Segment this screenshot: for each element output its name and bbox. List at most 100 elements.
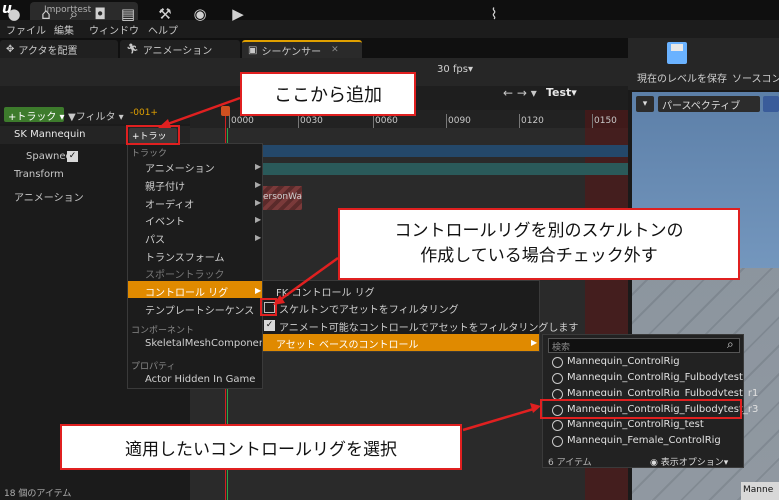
sequence-name[interactable]: Test▾ [546,86,577,99]
ruler-tick-label: 0060 [375,116,398,126]
menu-header-track: トラック [131,149,168,159]
menu-help[interactable]: ヘルプ [148,22,178,37]
filter-animatable-label: アニメート可能なコントロールでアセットをフィルタリングします [279,323,579,334]
menu-item-control-rig[interactable]: コントロール リグ [145,284,228,299]
callout-select-text: 適用したいコントロールリグを選択 [125,439,397,460]
filter-button[interactable]: ▼フィルタ ▾ [68,108,124,123]
actor-label: SK Mannequin [14,129,86,140]
menu-item-asset-based[interactable]: アセット ベースのコントロール [276,336,418,351]
place-actors-icon: ✥ [6,43,15,55]
asset-search-input[interactable]: 検索 [548,338,740,353]
ruler-tick [592,114,593,128]
key-icon[interactable]: ⚒ [155,4,175,24]
ruler-tick-label: 0090 [448,116,471,126]
menu-item-template-sequence[interactable]: テンプレートシーケンス [145,302,254,317]
clapper-icon[interactable]: ▤ [118,4,138,24]
asset-item[interactable]: Mannequin_Female_ControlRig [567,435,721,446]
frame-field[interactable]: -001+ [130,108,158,118]
spawned-label: Spawnec [26,151,71,162]
tab-animation[interactable]: 🏃︎ アニメーション [120,40,240,58]
perspective-label: パースペクティブ [662,101,741,112]
menu-item-parent[interactable]: 親子付け [145,178,185,193]
source-control-button[interactable]: ソースコントロ [732,70,779,85]
tab-label: アクタを配置 [18,45,78,57]
submenu-arrow-icon: ▶ [255,198,262,207]
menu-edit[interactable]: 編集 [54,22,74,37]
viewport-options-icon[interactable]: ▾ [636,96,654,112]
radio-icon[interactable] [552,420,563,431]
menu-item-fk-control-rig[interactable]: FK コントロール リグ [276,284,375,299]
spawned-checkbox[interactable]: ✓ [67,151,78,162]
tab-label: アニメーション [142,45,213,57]
menu-item-spawn-track: スポーントラック [145,270,225,281]
lit-mode-icon[interactable] [763,96,779,112]
ruler-tick-label: 0030 [300,116,323,126]
tab-label: シーケンサー [261,46,322,58]
ruler-tick-label: 0150 [594,116,617,126]
filter-animatable-checkbox[interactable]: ✓ [264,320,275,331]
callout-add-here: ここから追加 [240,72,416,116]
view-options-button[interactable]: ◉ 表示オプション▾ [650,455,728,468]
asset-item[interactable]: Mannequin_ControlRig_Fulbodytest_r1 [567,388,758,396]
tab-sequencer[interactable]: ▣ シーケンサー ✕ [242,40,362,58]
submenu-arrow-icon: ▶ [255,233,262,242]
asset-item[interactable]: Mannequin_ControlRig [567,356,680,367]
ruler-tick [446,114,447,128]
menu-item-event[interactable]: イベント [145,213,185,228]
menu-file[interactable]: ファイル [6,22,46,37]
menu-item-audio[interactable]: オーディオ [145,196,194,211]
filter-skeleton-label: スケルトンでアセットをフィルタリング [279,305,459,316]
menu-item-component[interactable]: SkeletalMeshComponent0 [145,338,275,349]
animation-clip[interactable]: ersonWa [262,186,302,210]
submenu-arrow-icon: ▶ [255,162,262,171]
callout-uncheck-text: コントロールリグを別のスケルトンの 作成している場合チェック外す [394,221,684,266]
search-icon[interactable]: ⌕ [727,337,734,352]
timeline-nav-buttons[interactable]: ← → ▾ [503,86,537,100]
asset-item[interactable]: Mannequin_ControlRig_Fulbodytest [567,372,743,383]
submenu-arrow-icon: ▶ [255,180,262,189]
eye-icon[interactable]: ◉ [190,4,210,24]
menu-item-path[interactable]: パス [145,231,165,246]
highlight-selected-asset [540,399,742,419]
curve-editor-icon[interactable]: ⌇ [484,4,504,24]
menu-window[interactable]: ウィンドウ [89,22,139,37]
menu-item-transform[interactable]: トランスフォーム [145,249,225,264]
menu-bar: ファイル 編集 ウィンドウ ヘルプ [0,20,779,38]
callout-add-here-text: ここから追加 [274,85,382,106]
callout-select: 適用したいコントロールリグを選択 [60,424,462,470]
camera-icon[interactable]: ◘ [90,4,110,24]
submenu-arrow-icon: ▶ [255,215,262,224]
world-icon[interactable]: ● [4,4,24,24]
perspective-button[interactable]: パースペクティブ [658,96,760,112]
animation-track[interactable]: アニメーション [14,189,84,204]
save-icon[interactable] [667,42,687,64]
menu-header-component: コンポーネント [131,326,195,336]
sequencer-icon: ▣ [248,44,258,56]
search-placeholder: 検索 [552,343,571,353]
running-figure-icon: 🏃︎ [126,43,139,55]
item-count: 18 個のアイテム [0,484,190,500]
save-current-level-button[interactable]: 現在のレベルを保存 [637,70,727,85]
menu-item-animation[interactable]: アニメーション [145,160,215,175]
radio-icon[interactable] [552,436,563,447]
radio-icon[interactable] [552,373,563,384]
transform-track[interactable]: Transform [14,169,64,180]
ruler-tick-label: 0000 [231,116,254,126]
asset-count: 6 アイテム [548,458,592,468]
search-icon[interactable]: ⌕ [64,4,84,24]
close-icon[interactable]: ✕ [331,45,339,55]
tab-place-actors[interactable]: ✥ アクタを配置 [0,40,118,58]
submenu-arrow-icon: ▶ [531,338,538,347]
playhead-handle[interactable] [221,106,230,116]
play-icon[interactable]: ▶ [228,4,248,24]
menu-item-property[interactable]: Actor Hidden In Game [145,374,255,385]
panel-tab-bar: ✥ アクタを配置 🏃︎ アニメーション ▣ シーケンサー ✕ [0,38,628,58]
ruler-tick [519,114,520,128]
add-track-button[interactable]: +トラック ▾ [4,107,65,123]
fps-dropdown[interactable]: 30 fps▾ [437,64,473,75]
add-actor-icon[interactable]: ⌂ [36,4,56,24]
ruler-tick [373,114,374,128]
mannequin-tab[interactable]: Manne [741,482,779,500]
radio-icon[interactable] [552,357,563,368]
asset-item[interactable]: Mannequin_ControlRig_test [567,419,704,430]
